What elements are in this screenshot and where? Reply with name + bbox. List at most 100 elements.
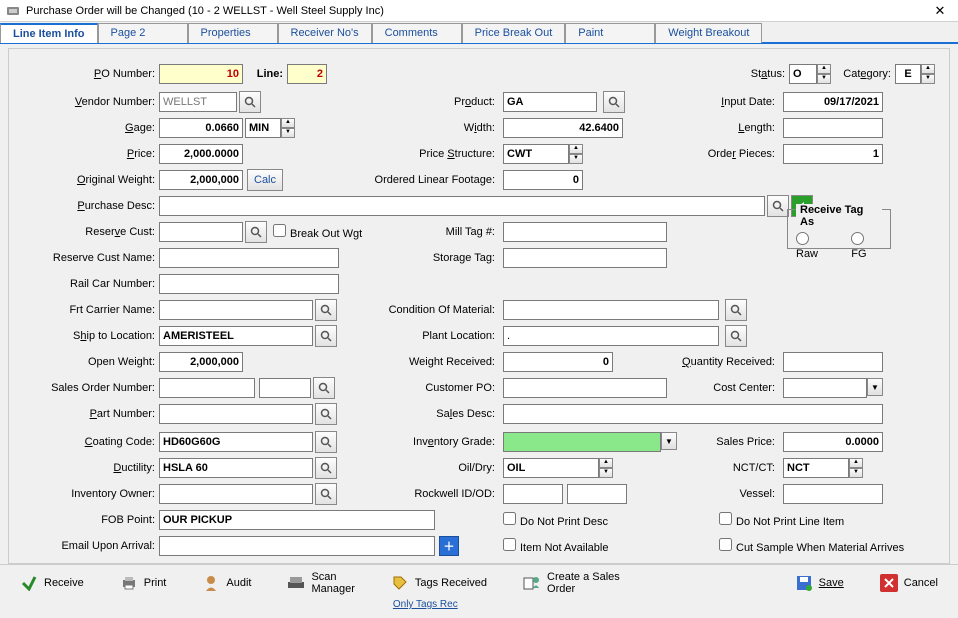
do-not-print-desc-checkbox[interactable] — [503, 512, 516, 525]
vendor-lookup-button[interactable] — [239, 91, 261, 113]
price-structure-spinner[interactable]: ▲▼ — [569, 144, 583, 164]
price-input[interactable] — [159, 144, 243, 164]
quantity-received-input[interactable] — [783, 352, 883, 372]
break-out-wgt-checkbox[interactable] — [273, 224, 286, 237]
tab-comments[interactable]: Comments — [372, 23, 462, 43]
do-not-print-desc-label[interactable]: Do Not Print Desc — [503, 512, 608, 528]
gage-unit-spinner[interactable]: ▲▼ — [281, 118, 295, 138]
oil-dry-spinner[interactable]: ▲▼ — [599, 458, 613, 478]
item-not-available-checkbox[interactable] — [503, 538, 516, 551]
frt-carrier-name-input[interactable] — [159, 300, 313, 320]
scan-manager-button[interactable]: ScanManager — [277, 569, 364, 597]
condition-of-material-input[interactable] — [503, 300, 719, 320]
condition-lookup-button[interactable] — [725, 299, 747, 321]
plant-location-input[interactable] — [503, 326, 719, 346]
ship-to-lookup-button[interactable] — [315, 325, 337, 347]
sales-order-number-b-input[interactable] — [259, 378, 311, 398]
tab-page-2[interactable]: Page 2 — [98, 23, 188, 43]
nct-ct-input[interactable] — [783, 458, 849, 478]
length-input[interactable] — [783, 118, 883, 138]
vessel-input[interactable] — [783, 484, 883, 504]
frt-carrier-lookup-button[interactable] — [315, 299, 337, 321]
oil-dry-input[interactable] — [503, 458, 599, 478]
gage-input[interactable] — [159, 118, 243, 138]
sales-price-input[interactable] — [783, 432, 883, 452]
tab-price-break-out[interactable]: Price Break Out — [462, 23, 566, 43]
reserve-cust-lookup-button[interactable] — [245, 221, 267, 243]
cancel-button[interactable]: Cancel — [870, 569, 948, 597]
only-tags-rec-link[interactable]: Only Tags Rec — [393, 599, 458, 610]
label-part-number: Part Number: — [9, 408, 159, 420]
width-input[interactable] — [503, 118, 623, 138]
purchase-desc-lookup-button[interactable] — [767, 195, 789, 217]
close-button[interactable]: ✕ — [928, 3, 952, 19]
do-not-print-line-item-label[interactable]: Do Not Print Line Item — [719, 512, 844, 528]
inventory-owner-lookup-button[interactable] — [315, 483, 337, 505]
category-input[interactable] — [895, 64, 921, 84]
cost-center-input[interactable] — [783, 378, 867, 398]
rail-car-number-input[interactable] — [159, 274, 339, 294]
break-out-wgt-label[interactable]: Break Out Wgt — [273, 224, 362, 240]
cost-center-dropdown[interactable]: ▼ — [867, 378, 883, 396]
print-button[interactable]: Print — [110, 569, 177, 597]
tags-received-button[interactable]: Tags Received — [381, 569, 497, 597]
audit-button[interactable]: Audit — [192, 569, 261, 597]
rockwell-b-input[interactable] — [567, 484, 627, 504]
sales-desc-input[interactable] — [503, 404, 883, 424]
tab-weight-breakout[interactable]: Weight Breakout — [655, 23, 762, 43]
ductility-lookup-button[interactable] — [315, 457, 337, 479]
item-not-available-label[interactable]: Item Not Available — [503, 538, 608, 554]
coating-code-input[interactable] — [159, 432, 313, 452]
ductility-input[interactable] — [159, 458, 313, 478]
coating-code-lookup-button[interactable] — [315, 431, 337, 453]
storage-tag-input[interactable] — [503, 248, 667, 268]
tab-paint[interactable]: Paint — [565, 23, 655, 43]
footer-toolbar: Receive Print Audit ScanManager Tags Rec… — [0, 564, 958, 618]
part-number-lookup-button[interactable] — [315, 403, 337, 425]
price-structure-input[interactable] — [503, 144, 569, 164]
product-lookup-button[interactable] — [603, 91, 625, 113]
calc-button[interactable]: Calc — [247, 169, 283, 191]
add-email-button[interactable]: ＋ — [439, 536, 459, 556]
tab-line-item-info[interactable]: Line Item Info — [0, 23, 98, 43]
plant-location-lookup-button[interactable] — [725, 325, 747, 347]
inventory-grade-dropdown[interactable]: ▼ — [661, 432, 677, 450]
status-spinner[interactable]: ▲▼ — [817, 64, 831, 84]
po-number-input[interactable] — [159, 64, 243, 84]
part-number-input[interactable] — [159, 404, 313, 424]
line-input[interactable] — [287, 64, 327, 84]
save-button[interactable]: Save — [785, 569, 854, 597]
sales-order-lookup-button[interactable] — [313, 377, 335, 399]
purchase-desc-input[interactable] — [159, 196, 765, 216]
email-upon-arrival-input[interactable] — [159, 536, 435, 556]
tab-receiver-nos[interactable]: Receiver No's — [278, 23, 372, 43]
product-input[interactable] — [503, 92, 597, 112]
fob-point-input[interactable] — [159, 510, 435, 530]
app-icon — [6, 4, 20, 18]
inventory-owner-input[interactable] — [159, 484, 313, 504]
customer-po-input[interactable] — [503, 378, 667, 398]
reserve-cust-name-input[interactable] — [159, 248, 339, 268]
reserve-cust-input[interactable] — [159, 222, 243, 242]
ship-to-location-input[interactable] — [159, 326, 313, 346]
nct-ct-spinner[interactable]: ▲▼ — [849, 458, 863, 478]
save-icon — [795, 574, 813, 592]
create-sales-order-button[interactable]: Create a SalesOrder — [513, 569, 630, 597]
ordered-linear-footage-input[interactable] — [503, 170, 583, 190]
sales-order-number-input[interactable] — [159, 378, 255, 398]
cut-sample-label[interactable]: Cut Sample When Material Arrives — [719, 538, 904, 554]
input-date-input[interactable] — [783, 92, 883, 112]
status-input[interactable] — [789, 64, 817, 84]
original-weight-input[interactable] — [159, 170, 243, 190]
label-inventory-grade: Inventory Grade: — [393, 436, 499, 448]
gage-unit-input[interactable] — [245, 118, 281, 138]
receive-button[interactable]: Receive — [10, 569, 94, 597]
cut-sample-checkbox[interactable] — [719, 538, 732, 551]
category-spinner[interactable]: ▲▼ — [921, 64, 935, 84]
do-not-print-line-item-checkbox[interactable] — [719, 512, 732, 525]
order-pieces-input[interactable] — [783, 144, 883, 164]
rockwell-a-input[interactable] — [503, 484, 563, 504]
tab-properties[interactable]: Properties — [188, 23, 278, 43]
inventory-grade-input[interactable] — [503, 432, 661, 452]
mill-tag-input[interactable] — [503, 222, 667, 242]
